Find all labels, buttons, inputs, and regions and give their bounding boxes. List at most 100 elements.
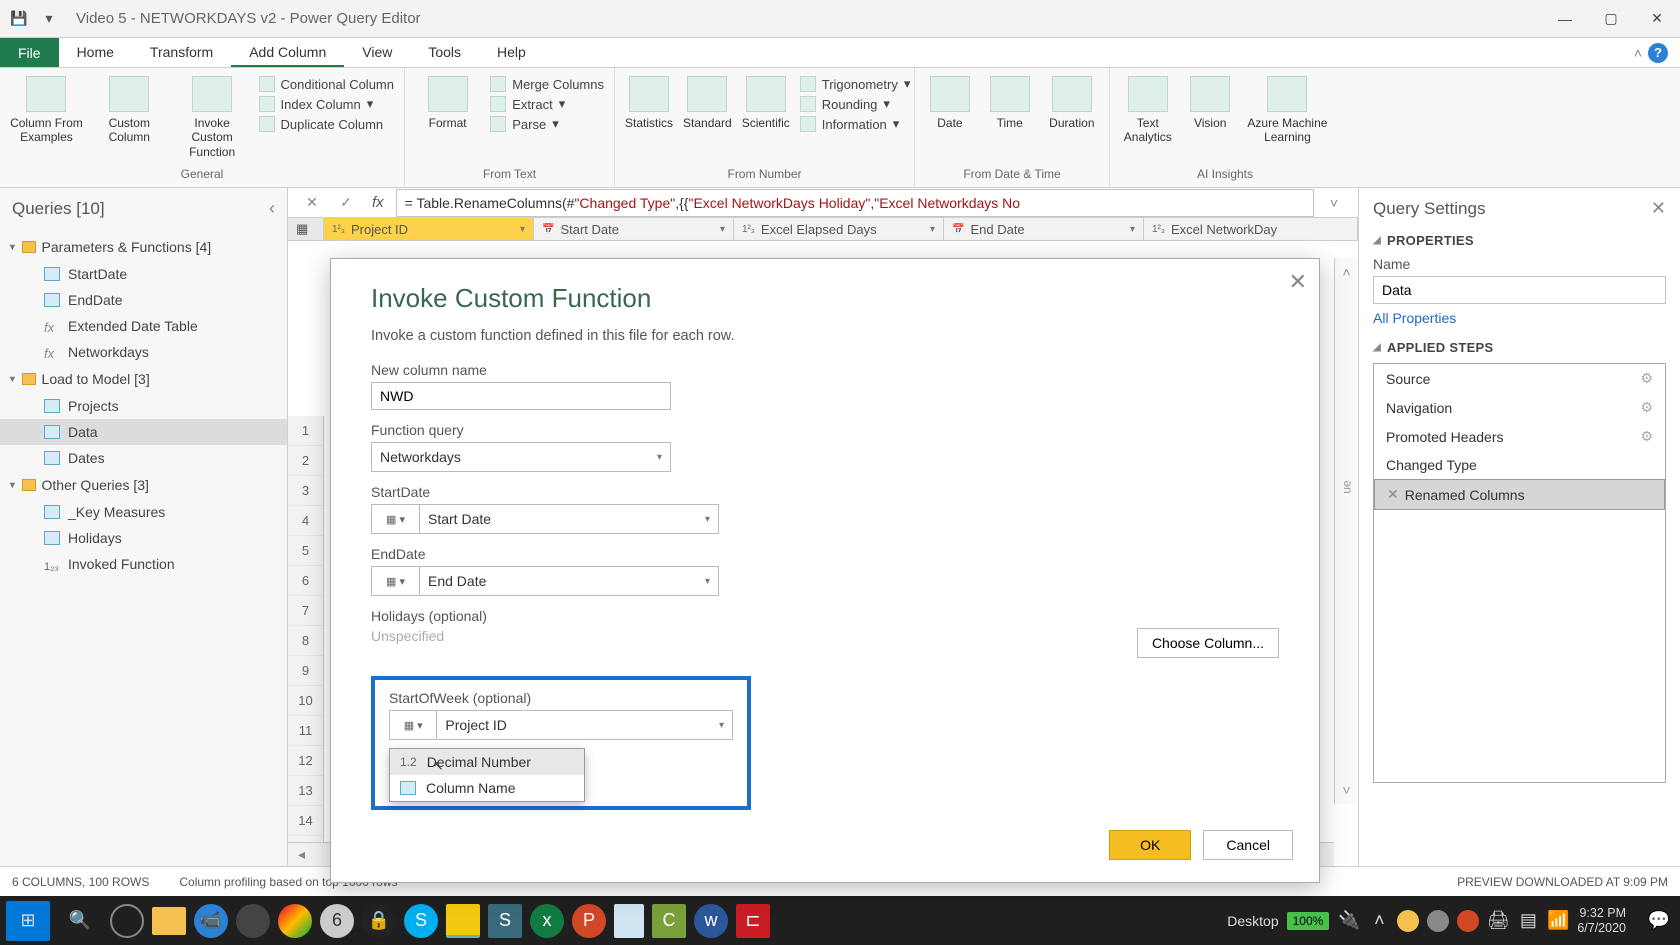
merge-columns-button[interactable]: Merge Columns	[490, 76, 604, 92]
fx-icon[interactable]: fx	[366, 194, 390, 211]
startofweek-select[interactable]: Project ID▾	[436, 710, 733, 740]
query-group-other[interactable]: Other Queries [3]	[0, 471, 287, 499]
vscroll[interactable]: ˄ ue ˅	[1334, 258, 1358, 804]
cortana-icon[interactable]	[110, 904, 144, 938]
standard-button[interactable]: Standard	[683, 72, 732, 130]
chrome-icon[interactable]	[278, 904, 312, 938]
type-option-decimal[interactable]: 1.2Decimal Number↖	[390, 749, 584, 775]
tray-icon-3[interactable]	[1457, 910, 1479, 932]
select-all[interactable]: ▦	[288, 218, 324, 240]
save-icon[interactable]: 💾	[8, 7, 30, 31]
query-invoked-function[interactable]: Invoked Function	[0, 551, 287, 577]
tray-icon-5[interactable]: ▤	[1517, 901, 1539, 941]
query-startdate[interactable]: StartDate	[0, 261, 287, 287]
word-icon[interactable]: w	[694, 904, 728, 938]
information-button[interactable]: Information ▾	[800, 116, 911, 132]
search-icon[interactable]: 🔍	[58, 901, 102, 941]
excel-icon[interactable]: x	[530, 904, 564, 938]
query-name-input[interactable]	[1373, 276, 1666, 304]
query-ext-date-table[interactable]: Extended Date Table	[0, 313, 287, 339]
col-start-date[interactable]: 📅Start Date▾	[534, 218, 734, 240]
new-column-input[interactable]	[371, 382, 671, 410]
rounding-button[interactable]: Rounding ▾	[800, 96, 911, 112]
powerpoint-icon[interactable]: P	[572, 904, 606, 938]
help-icon[interactable]: ?	[1648, 43, 1668, 63]
show-desktop[interactable]: Desktop	[1227, 913, 1278, 929]
close-settings-icon[interactable]: ✕	[1651, 198, 1666, 219]
step-navigation[interactable]: Navigation⚙	[1374, 393, 1665, 422]
tab-home[interactable]: Home	[59, 38, 132, 67]
text-analytics-button[interactable]: Text Analytics	[1120, 72, 1176, 145]
query-projects[interactable]: Projects	[0, 393, 287, 419]
format-button[interactable]: Format	[415, 72, 480, 130]
gear-icon[interactable]: ⚙	[1640, 428, 1653, 445]
snagit-icon[interactable]: S	[488, 904, 522, 938]
col-elapsed-days[interactable]: 1²₃Excel Elapsed Days▾	[734, 218, 944, 240]
query-holidays[interactable]: Holidays	[0, 525, 287, 551]
explorer-icon[interactable]	[152, 907, 186, 935]
applied-steps-header[interactable]: APPLIED STEPS	[1373, 340, 1666, 355]
formula-bar[interactable]: = Table.RenameColumns(#"Changed Type",{{…	[396, 189, 1314, 217]
tab-add-column[interactable]: Add Column	[231, 38, 344, 67]
dialog-close-icon[interactable]: ✕	[1289, 269, 1307, 295]
powerbi-icon[interactable]	[446, 904, 480, 938]
query-group-params[interactable]: Parameters & Functions [4]	[0, 233, 287, 261]
duplicate-column-button[interactable]: Duplicate Column	[259, 116, 394, 132]
scientific-button[interactable]: Scientific	[742, 72, 790, 130]
dragon-icon[interactable]: 6	[320, 904, 354, 938]
statistics-button[interactable]: Statistics	[625, 72, 673, 130]
startofweek-type-button[interactable]: ▦ ▾	[389, 710, 436, 740]
extract-button[interactable]: Extract ▾	[490, 96, 604, 112]
tab-help[interactable]: Help	[479, 38, 544, 67]
gear-icon[interactable]: ⚙	[1640, 399, 1653, 416]
wifi-icon[interactable]: 📶	[1547, 901, 1569, 941]
query-enddate[interactable]: EndDate	[0, 287, 287, 313]
trigonometry-button[interactable]: Trigonometry ▾	[800, 76, 911, 92]
clock[interactable]: 9:32 PM 6/7/2020	[1577, 906, 1636, 935]
power-icon[interactable]: 🔌	[1337, 901, 1361, 941]
time-button[interactable]: Time	[985, 72, 1035, 130]
date-button[interactable]: Date	[925, 72, 975, 130]
tab-view[interactable]: View	[344, 38, 410, 67]
file-tab[interactable]: File	[0, 38, 59, 67]
tab-tools[interactable]: Tools	[410, 38, 479, 67]
invoke-custom-function-button[interactable]: Invoke Custom Function	[176, 72, 249, 159]
step-source[interactable]: Source⚙	[1374, 364, 1665, 393]
minimize-button[interactable]: —	[1542, 0, 1588, 38]
notepad-icon[interactable]	[614, 904, 644, 938]
vision-button[interactable]: Vision	[1186, 72, 1235, 130]
maximize-button[interactable]: ▢	[1588, 0, 1634, 38]
choose-column-button[interactable]: Choose Column...	[1137, 628, 1279, 658]
column-from-examples-button[interactable]: Column From Examples	[10, 72, 83, 145]
function-query-select[interactable]: Networkdays▾	[371, 442, 671, 472]
step-changed-type[interactable]: Changed Type	[1374, 451, 1665, 479]
ok-button[interactable]: OK	[1109, 830, 1191, 860]
step-promoted-headers[interactable]: Promoted Headers⚙	[1374, 422, 1665, 451]
cancel-button[interactable]: Cancel	[1203, 830, 1293, 860]
index-column-button[interactable]: Index Column ▾	[259, 96, 394, 112]
query-dates[interactable]: Dates	[0, 445, 287, 471]
azure-ml-button[interactable]: Azure Machine Learning	[1245, 72, 1330, 145]
app-icon[interactable]	[236, 904, 270, 938]
notifications-icon[interactable]: 💬	[1644, 901, 1674, 941]
properties-header[interactable]: PROPERTIES	[1373, 233, 1666, 248]
qat-dropdown[interactable]: ▾	[38, 7, 60, 31]
formula-accept-icon[interactable]: ✓	[332, 191, 360, 215]
step-renamed-columns[interactable]: ✕Renamed Columns	[1374, 479, 1665, 510]
formula-cancel-icon[interactable]: ✕	[298, 191, 326, 215]
enddate-select[interactable]: End Date▾	[419, 566, 719, 596]
gear-icon[interactable]: ⚙	[1640, 370, 1653, 387]
close-button[interactable]: ✕	[1634, 0, 1680, 38]
app-red-icon[interactable]: ⊏	[736, 904, 770, 938]
col-end-date[interactable]: 📅End Date▾	[944, 218, 1144, 240]
query-key-measures[interactable]: _Key Measures	[0, 499, 287, 525]
type-option-column-name[interactable]: Column Name	[390, 775, 584, 801]
query-group-load[interactable]: Load to Model [3]	[0, 365, 287, 393]
tray-expand-icon[interactable]: ˄	[1369, 901, 1389, 941]
collapse-queries-icon[interactable]: ‹	[269, 198, 275, 219]
camtasia-icon[interactable]: C	[652, 904, 686, 938]
start-button[interactable]: ⊞	[6, 901, 50, 941]
tray-icon-1[interactable]	[1397, 910, 1419, 932]
custom-column-button[interactable]: Custom Column	[93, 72, 166, 145]
tray-icon-2[interactable]	[1427, 910, 1449, 932]
